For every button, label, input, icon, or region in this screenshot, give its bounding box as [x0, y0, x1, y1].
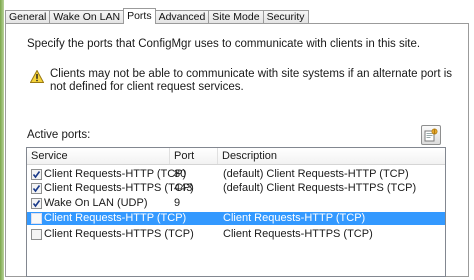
tab-strip: General Wake On LAN Ports Advanced Site … [5, 8, 309, 24]
properties-button[interactable] [421, 125, 441, 145]
column-header-service[interactable]: Service [27, 148, 169, 164]
row-checkbox[interactable] [31, 183, 42, 194]
table-row[interactable]: Client Requests-HTTPS (TCP) 443 (default… [27, 182, 445, 195]
description-cell: Client Requests-HTTPS (TCP) [223, 228, 373, 240]
active-ports-label: Active ports: [27, 129, 91, 141]
tab-site-mode[interactable]: Site Mode [208, 10, 264, 23]
service-cell: Client Requests-HTTPS (TCP) [44, 182, 194, 194]
checkmark-icon [32, 200, 41, 208]
tab-general[interactable]: General [5, 10, 51, 23]
row-checkbox[interactable] [31, 198, 42, 209]
tab-ports[interactable]: Ports [123, 8, 156, 24]
column-header-description[interactable]: Description [217, 148, 445, 164]
table-row-selected[interactable]: Client Requests-HTTP (TCP) Client Reques… [27, 212, 445, 225]
left-window-edge [0, 0, 4, 280]
row-checkbox[interactable] [31, 169, 42, 180]
service-cell: Wake On LAN (UDP) [44, 197, 148, 209]
column-header-port[interactable]: Port [169, 148, 217, 164]
checkmark-icon [32, 185, 41, 193]
tab-security[interactable]: Security [262, 10, 309, 23]
port-cell: 9 [174, 197, 181, 209]
intro-text: Specify the ports that ConfigMgr uses to… [27, 38, 421, 50]
port-cell: 443 [174, 182, 193, 194]
tab-wake-on-lan[interactable]: Wake On LAN [49, 10, 125, 23]
row-checkbox[interactable] [31, 229, 42, 240]
checkmark-icon [32, 171, 41, 179]
warning-text: Clients may not be able to communicate w… [50, 68, 453, 93]
port-cell: 80 [174, 168, 187, 180]
row-checkbox[interactable] [31, 213, 42, 224]
properties-icon [424, 128, 438, 142]
description-cell: (default) Client Requests-HTTPS (TCP) [223, 182, 417, 194]
description-cell: (default) Client Requests-HTTP (TCP) [223, 168, 409, 180]
tab-advanced[interactable]: Advanced [154, 10, 210, 23]
service-cell: Client Requests-HTTPS (TCP) [44, 228, 194, 240]
description-cell: Client Requests-HTTP (TCP) [223, 212, 366, 224]
service-cell: Client Requests-HTTP (TCP) [44, 212, 187, 224]
active-ports-list[interactable]: Service Port Description Client Requests… [26, 147, 446, 277]
service-cell: Client Requests-HTTP (TCP) [44, 168, 187, 180]
table-row[interactable]: Wake On LAN (UDP) 9 [27, 197, 445, 210]
table-row[interactable]: Client Requests-HTTPS (TCP) Client Reque… [27, 228, 445, 241]
warning-triangle-icon [30, 70, 44, 83]
table-row[interactable]: Client Requests-HTTP (TCP) 80 (default) … [27, 168, 445, 181]
list-header: Service Port Description [27, 148, 445, 165]
